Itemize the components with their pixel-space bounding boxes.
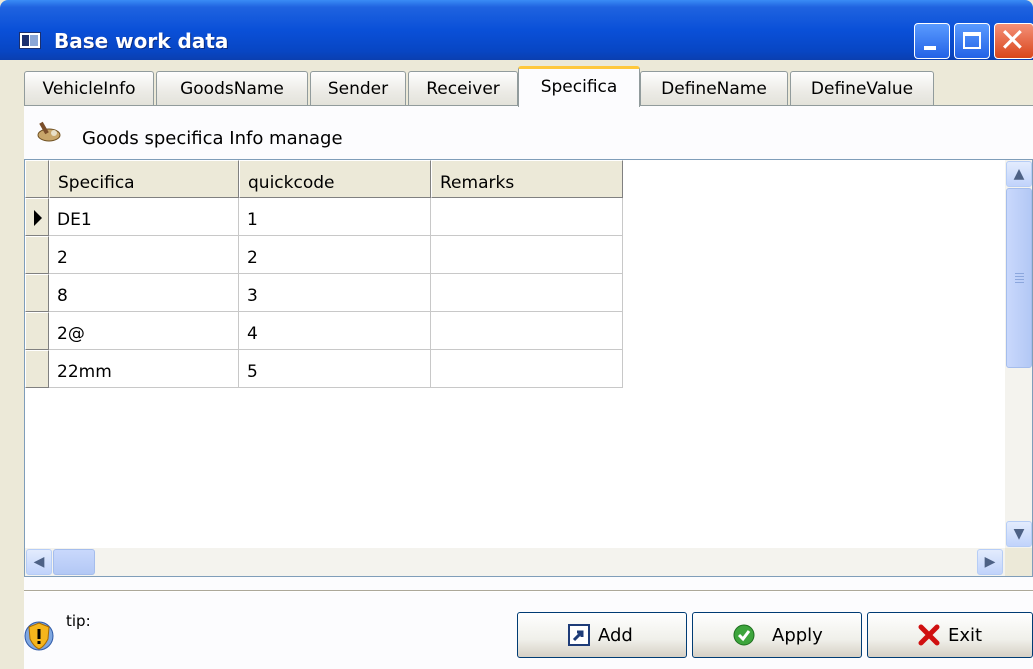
cell-quickcode[interactable]: 1 (239, 198, 431, 236)
manage-icon (37, 121, 61, 142)
cell-remarks[interactable] (431, 274, 623, 312)
close-button[interactable]: ✕ (994, 21, 1033, 59)
column-header-remarks[interactable]: Remarks (431, 160, 623, 198)
row-indicator[interactable] (25, 236, 49, 274)
footer-separator (24, 590, 1033, 592)
window-title: Base work data (54, 29, 229, 53)
cell-specifica[interactable]: 22mm (49, 350, 239, 388)
tab-definevalue[interactable]: DefineValue (790, 71, 934, 105)
scroll-left-button[interactable]: ◀ (26, 549, 52, 575)
tab-definename[interactable]: DefineName (640, 71, 788, 105)
cell-quickcode[interactable]: 3 (239, 274, 431, 312)
warning-shield-icon (24, 621, 54, 651)
exit-button[interactable]: Exit (867, 612, 1033, 658)
grip-line (1015, 273, 1024, 274)
cell-quickcode[interactable]: 4 (239, 312, 431, 350)
x-icon (918, 624, 940, 646)
title-bar[interactable]: Base work data ✕ (0, 0, 1033, 60)
tab-receiver[interactable]: Receiver (408, 71, 518, 105)
scroll-up-button[interactable]: ▲ (1006, 161, 1032, 187)
tab-specifica[interactable]: Specifica (518, 66, 640, 107)
panel-title: Goods specifica Info manage (82, 128, 343, 149)
cell-remarks[interactable] (431, 312, 623, 350)
cell-specifica[interactable]: DE1 (49, 198, 239, 236)
apply-button-label: Apply (772, 625, 823, 646)
row-indicator[interactable] (25, 350, 49, 388)
check-icon (733, 624, 755, 646)
horizontal-scroll-thumb[interactable] (53, 549, 95, 575)
grip-line (1015, 282, 1024, 283)
tab-goodsname[interactable]: GoodsName (156, 71, 308, 105)
scrollbar-corner (1005, 548, 1032, 576)
row-indicator-header (25, 160, 49, 198)
tip-label: tip: (66, 612, 91, 630)
tab-vehicleinfo[interactable]: VehicleInfo (24, 71, 154, 105)
horizontal-scrollbar[interactable]: ◀ ▶ (25, 548, 1005, 576)
main-window: Base work data ✕ VehicleInfo GoodsName S… (0, 0, 1033, 669)
current-row-pointer-icon (34, 210, 42, 226)
minimize-button[interactable] (914, 23, 950, 59)
cell-quickcode[interactable]: 5 (239, 350, 431, 388)
add-button-label: Add (598, 625, 633, 646)
scroll-right-button[interactable]: ▶ (977, 549, 1003, 575)
cell-remarks[interactable] (431, 350, 623, 388)
row-indicator[interactable] (25, 198, 49, 236)
row-indicator[interactable] (25, 274, 49, 312)
cell-specifica[interactable]: 2@ (49, 312, 239, 350)
add-button[interactable]: Add (517, 612, 687, 658)
tab-strip: VehicleInfo GoodsName Sender Receiver Sp… (24, 66, 1033, 107)
minimize-icon (924, 46, 936, 50)
vertical-scrollbar[interactable]: ▲ ▼ (1005, 160, 1032, 548)
close-icon: ✕ (999, 21, 1026, 59)
cell-quickcode[interactable]: 2 (239, 236, 431, 274)
cell-specifica[interactable]: 2 (49, 236, 239, 274)
data-grid[interactable]: Specifica quickcode Remarks DE1 1 2 2 8 … (24, 159, 1033, 577)
row-indicator[interactable] (25, 312, 49, 350)
maximize-icon (963, 32, 981, 49)
shortcut-arrow-icon (568, 624, 590, 646)
scroll-down-button[interactable]: ▼ (1006, 521, 1032, 547)
exit-button-label: Exit (948, 625, 983, 646)
vertical-scroll-thumb[interactable] (1006, 188, 1032, 368)
cell-remarks[interactable] (431, 198, 623, 236)
column-header-specifica[interactable]: Specifica (49, 160, 239, 198)
cell-remarks[interactable] (431, 236, 623, 274)
grip-line (1015, 279, 1024, 280)
maximize-button[interactable] (954, 23, 990, 59)
apply-button[interactable]: Apply (692, 612, 862, 658)
tab-sender[interactable]: Sender (310, 71, 406, 105)
cell-specifica[interactable]: 8 (49, 274, 239, 312)
grip-line (1015, 276, 1024, 277)
app-window-icon (19, 32, 41, 49)
column-header-quickcode[interactable]: quickcode (239, 160, 431, 198)
